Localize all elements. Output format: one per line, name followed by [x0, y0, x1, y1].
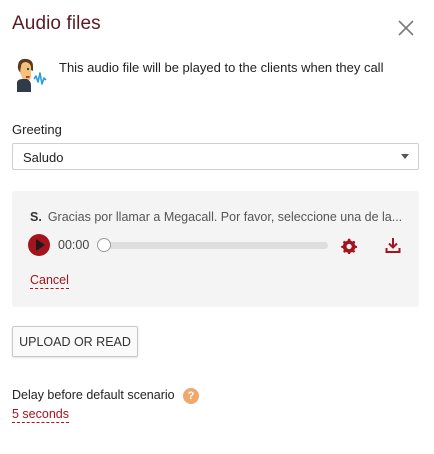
download-icon[interactable]	[385, 237, 401, 254]
info-text: This audio file will be played to the cl…	[59, 60, 384, 75]
audio-player-card: S. Gracias por llamar a Megacall. Por fav…	[12, 191, 419, 307]
panel-title: Audio files	[12, 13, 101, 34]
track-name: S. Gracias por llamar a Megacall. Por fav…	[30, 210, 402, 224]
seek-handle[interactable]	[97, 238, 111, 252]
current-time: 00:00	[58, 238, 90, 252]
speaking-person-icon	[17, 58, 47, 92]
seek-bar[interactable]	[100, 242, 328, 249]
greeting-select[interactable]: Saludo	[12, 143, 419, 170]
play-button[interactable]	[28, 234, 50, 256]
question-icon[interactable]: ?	[183, 388, 199, 404]
chevron-down-icon	[401, 154, 409, 159]
greeting-select-value: Saludo	[23, 150, 64, 165]
cancel-link[interactable]: Cancel	[30, 273, 69, 289]
close-icon[interactable]	[397, 19, 415, 37]
greeting-label: Greeting	[12, 122, 62, 137]
upload-or-read-button[interactable]: UPLOAD OR READ	[12, 326, 138, 357]
audio-files-panel: Audio files This audio file will be play…	[0, 0, 434, 454]
track-prefix: S.	[30, 210, 42, 224]
gear-icon[interactable]	[341, 238, 357, 254]
track-text: Gracias por llamar a Megacall. Por favor…	[47, 210, 402, 224]
delay-value-link[interactable]: 5 seconds	[12, 407, 69, 423]
play-icon	[36, 239, 45, 251]
delay-label: Delay before default scenario	[12, 388, 175, 402]
